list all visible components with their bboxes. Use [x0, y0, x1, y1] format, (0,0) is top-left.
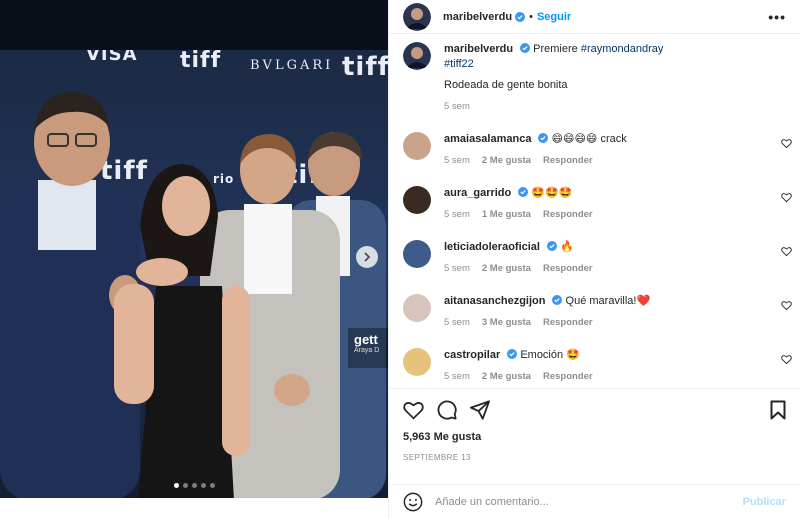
post-sidebar: maribelverdu • Seguir ••• maribelverdu P… [388, 0, 800, 518]
backdrop-sponsor: BVLGARI [250, 58, 334, 73]
commenter-avatar[interactable] [403, 240, 431, 268]
caption-username[interactable]: maribelverdu [444, 43, 513, 55]
comment-age[interactable]: 5 sem [444, 209, 470, 220]
comment-item: aura_garrido 🤩🤩🤩 5 sem 1 Me gusta Responde… [389, 186, 800, 220]
save-bookmark-icon[interactable] [770, 400, 786, 420]
verified-badge-icon [520, 43, 531, 53]
reply-button[interactable]: Responder [543, 371, 593, 382]
post-actions: 5,963 Me gusta SEPTIEMBRE 13 [389, 388, 800, 462]
action-icons [403, 399, 786, 421]
getty-watermark-sub: Araya D [354, 347, 380, 354]
carousel-dot [182, 483, 188, 488]
post-photo: VISA tiff BVLGARI tiff tiff tiff rio [0, 50, 388, 498]
more-options-icon[interactable]: ••• [768, 9, 786, 25]
carousel-dots [0, 483, 388, 488]
getty-watermark: gett Araya D [348, 328, 388, 368]
comment-username[interactable]: castropilar [444, 349, 500, 361]
carousel-dot [200, 483, 206, 488]
reply-button[interactable]: Responder [543, 317, 593, 328]
commenter-avatar[interactable] [403, 294, 431, 322]
verified-badge-icon [515, 11, 526, 22]
comment-text: 🤩🤩🤩 [531, 187, 573, 199]
likes-count[interactable]: 5,963 Me gusta [403, 431, 786, 443]
reply-button[interactable]: Responder [543, 209, 593, 220]
comments-list[interactable]: maribelverdu Premiere #raymondandray #ti… [389, 42, 800, 387]
author-avatar[interactable] [403, 42, 431, 70]
like-comment-heart-icon[interactable] [781, 192, 792, 203]
share-paper-plane-icon[interactable] [470, 400, 490, 420]
verified-badge-icon [552, 295, 563, 305]
comment-item: leticiadoleraoficial 🔥 5 sem 2 Me gusta Re… [389, 240, 800, 274]
photo-top-band [0, 0, 388, 50]
caption-age[interactable]: 5 sem [444, 101, 470, 112]
comment-age[interactable]: 5 sem [444, 263, 470, 274]
getty-watermark-main: gett [354, 332, 378, 347]
comment-username[interactable]: aitanasanchezgijon [444, 295, 545, 307]
hashtag-link[interactable]: #tiff22 [444, 58, 474, 70]
caption-line2: Rodeada de gente bonita [444, 79, 568, 91]
hashtag-link[interactable]: #raymondandray [581, 43, 664, 55]
comment-likes[interactable]: 3 Me gusta [482, 317, 531, 328]
like-comment-heart-icon[interactable] [781, 138, 792, 149]
backdrop-tiff-2: tiff [342, 52, 388, 82]
person-woman [114, 164, 250, 498]
verified-badge-icon [546, 241, 557, 251]
comment-age[interactable]: 5 sem [444, 155, 470, 166]
author-avatar[interactable] [403, 2, 431, 31]
comment-likes[interactable]: 2 Me gusta [482, 371, 531, 382]
add-comment-bar: Publicar [389, 484, 800, 518]
backdrop-visa: VISA [86, 50, 138, 65]
comment-age[interactable]: 5 sem [444, 371, 470, 382]
follow-button[interactable]: Seguir [537, 11, 571, 23]
post-date[interactable]: SEPTIEMBRE 13 [403, 453, 786, 462]
comment-bubble-icon[interactable] [437, 400, 457, 420]
comment-likes[interactable]: 2 Me gusta [482, 155, 531, 166]
comment-username[interactable]: amaiasalamanca [444, 133, 531, 145]
caption: maribelverdu Premiere #raymondandray #ti… [389, 42, 800, 112]
comment-age[interactable]: 5 sem [444, 317, 470, 328]
comment-text: 🔥 [560, 241, 574, 253]
chevron-right-icon [364, 252, 371, 262]
header-separator: • [529, 10, 533, 23]
like-comment-heart-icon[interactable] [781, 246, 792, 257]
like-comment-heart-icon[interactable] [781, 354, 792, 365]
photo-bottom-band [0, 498, 388, 518]
post-modal: VISA tiff BVLGARI tiff tiff tiff rio get… [0, 0, 800, 518]
caption-text: Premiere [533, 43, 578, 55]
verified-badge-icon [538, 133, 549, 143]
verified-badge-icon [518, 187, 529, 197]
comment-likes[interactable]: 2 Me gusta [482, 263, 531, 274]
author-username[interactable]: maribelverdu [443, 11, 512, 23]
emoji-smiley-icon[interactable] [403, 492, 423, 512]
like-comment-heart-icon[interactable] [781, 300, 792, 311]
comment-username[interactable]: leticiadoleraoficial [444, 241, 540, 253]
post-header: maribelverdu • Seguir ••• [389, 0, 800, 34]
post-media[interactable]: VISA tiff BVLGARI tiff tiff tiff rio get… [0, 0, 388, 518]
comment-item: castropilar Emoción 🤩 5 sem 2 Me gusta Res… [389, 348, 800, 382]
publish-button[interactable]: Publicar [743, 496, 786, 508]
reply-button[interactable]: Responder [543, 155, 593, 166]
carousel-dot [191, 483, 197, 488]
next-slide-button[interactable] [356, 246, 378, 268]
add-comment-input[interactable] [435, 495, 743, 508]
comment-item: aitanasanchezgijon Qué maravilla!❤️ 5 se… [389, 294, 800, 328]
comment-likes[interactable]: 1 Me gusta [482, 209, 531, 220]
commenter-avatar[interactable] [403, 186, 431, 214]
verified-badge-icon [507, 349, 518, 359]
comment-item: amaiasalamanca 😄😄😄😄 crack 5 sem 2 Me gust… [389, 132, 800, 166]
commenter-avatar[interactable] [403, 348, 431, 376]
backdrop-tiff-1: tiff [180, 50, 222, 73]
comment-text: Qué maravilla!❤️ [565, 295, 651, 307]
like-heart-icon[interactable] [403, 400, 424, 420]
carousel-dot [173, 483, 179, 488]
commenter-avatar[interactable] [403, 132, 431, 160]
comment-username[interactable]: aura_garrido [444, 187, 511, 199]
comment-text: Emoción 🤩 [520, 349, 580, 361]
reply-button[interactable]: Responder [543, 263, 593, 274]
comment-text: 😄😄😄😄 crack [551, 133, 627, 145]
carousel-dot [209, 483, 215, 488]
